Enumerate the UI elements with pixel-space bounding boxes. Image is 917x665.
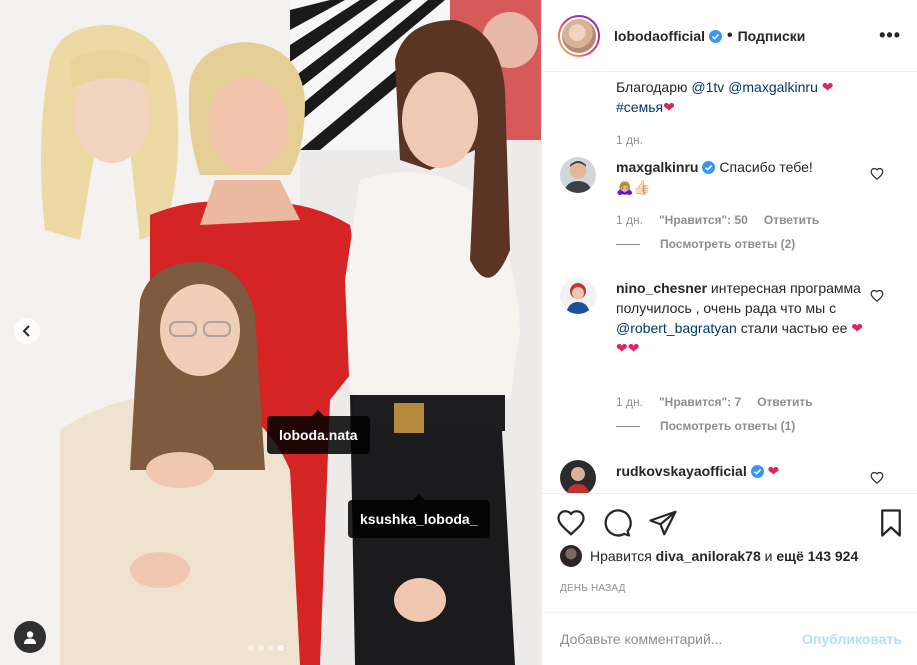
share-icon[interactable]	[648, 508, 678, 538]
heart-emoji: ❤	[767, 463, 780, 479]
likes-prefix: Нравится	[590, 548, 652, 564]
mention-link[interactable]: @maxgalkinru	[728, 79, 818, 95]
verified-badge-icon	[750, 465, 764, 478]
replies-divider	[616, 425, 640, 427]
comment-avatar[interactable]	[560, 460, 596, 493]
instagram-post-window: loboda.nata ksushka_loboda_ lobodaoffici…	[0, 0, 917, 665]
carousel-dot	[248, 645, 254, 651]
likes-and: и	[764, 548, 773, 564]
caption-prefix: Благодарю	[616, 79, 692, 95]
comment-like-icon[interactable]	[870, 289, 884, 303]
save-bookmark-icon[interactable]	[876, 508, 906, 538]
header-separator: •	[727, 26, 733, 44]
post-photo[interactable]: loboda.nata ksushka_loboda_	[0, 0, 541, 665]
author-avatar[interactable]	[558, 14, 600, 57]
following-button[interactable]: Подписки	[738, 28, 806, 44]
user-icon	[24, 631, 36, 644]
comment-like-icon[interactable]	[870, 471, 884, 485]
like-icon[interactable]	[556, 508, 586, 538]
caption-time[interactable]: 1 дн.	[616, 133, 643, 147]
mention-link[interactable]: @1tv	[691, 79, 724, 95]
verified-badge-icon	[709, 29, 722, 43]
liker-username[interactable]: diva_anilorak78	[656, 548, 761, 564]
caption-text: Благодарю @1tv @maxgalkinru ❤ #семья❤	[616, 77, 896, 117]
add-comment-bar: Опубликовать	[542, 612, 917, 665]
comment-likes-count[interactable]: "Нравится": 50	[659, 213, 748, 227]
heart-emoji: ❤	[821, 79, 834, 95]
comment-time[interactable]: 1 дн.	[616, 213, 643, 227]
more-options-icon[interactable]: •••	[879, 25, 901, 46]
post-date[interactable]: ДЕНЬ НАЗАД	[560, 583, 626, 594]
comment-username[interactable]: nino_chesner	[616, 280, 707, 296]
liker-avatar[interactable]	[560, 545, 582, 567]
comments-list[interactable]: Благодарю @1tv @maxgalkinru ❤ #семья❤ 1 …	[542, 73, 917, 493]
carousel-indicator	[248, 645, 284, 651]
comment-like-icon[interactable]	[870, 167, 884, 181]
comment-text: maxgalkinru Спасибо тебе! 🙇🏼‍♀️👍🏻	[616, 157, 872, 197]
comment-body-end: стали частью ее	[740, 320, 848, 336]
likes-summary: Нравится diva_anilorak78 и ещё 143 924	[560, 545, 858, 567]
carousel-dot-active	[278, 645, 284, 651]
photo-user-tag[interactable]: loboda.nata	[267, 410, 370, 454]
replies-divider	[616, 243, 640, 245]
carousel-dot	[258, 645, 264, 651]
reply-button[interactable]: Ответить	[764, 213, 819, 227]
comment-likes-count[interactable]: "Нравится": 7	[659, 395, 741, 409]
view-replies-button[interactable]: Посмотреть ответы (1)	[616, 419, 795, 433]
comment-avatar[interactable]	[560, 278, 596, 314]
post-details-panel: lobodaofficial • Подписки ••• Благодарю …	[541, 0, 917, 665]
photo-user-tag[interactable]: ksushka_loboda_	[348, 494, 490, 538]
comment-time[interactable]: 1 дн.	[616, 395, 643, 409]
comment-avatar[interactable]	[560, 157, 596, 193]
author-username[interactable]: lobodaofficial	[614, 28, 722, 44]
post-header: lobodaofficial • Подписки •••	[542, 0, 917, 72]
comment-input[interactable]	[560, 631, 803, 647]
mention-link[interactable]: @robert_bagratyan	[616, 320, 737, 336]
verified-badge-icon	[702, 161, 716, 174]
action-bar	[542, 493, 917, 553]
heart-emoji: ❤	[663, 99, 675, 115]
hashtag-link[interactable]: #семья	[616, 99, 663, 115]
show-tags-button[interactable]	[14, 621, 46, 653]
view-replies-label[interactable]: Посмотреть ответы (2)	[660, 237, 795, 251]
comment-username[interactable]: maxgalkinru	[616, 159, 698, 175]
comment-text: rudkovskayaofficial ❤	[616, 461, 872, 481]
chevron-left-icon	[22, 325, 30, 337]
carousel-dot	[268, 645, 274, 651]
comment-body: Спасибо тебе!	[719, 159, 813, 175]
comment-username[interactable]: rudkovskayaofficial	[616, 463, 747, 479]
comment-icon[interactable]	[602, 508, 632, 538]
likes-count[interactable]: ещё 143 924	[776, 548, 858, 564]
comment-text: nino_chesner интересная программа получи…	[616, 278, 872, 358]
comment-meta: 1 дн. "Нравится": 50 Ответить	[616, 213, 819, 227]
view-replies-button[interactable]: Посмотреть ответы (2)	[616, 237, 795, 251]
photo-image	[0, 0, 541, 665]
publish-button[interactable]: Опубликовать	[802, 631, 902, 647]
view-replies-label[interactable]: Посмотреть ответы (1)	[660, 419, 795, 433]
previous-photo-button[interactable]	[14, 318, 40, 344]
reply-button[interactable]: Ответить	[757, 395, 812, 409]
author-username-text[interactable]: lobodaofficial	[614, 28, 705, 44]
comment-emoji: 🙇🏼‍♀️👍🏻	[616, 179, 651, 195]
comment-meta: 1 дн. "Нравится": 7 Ответить	[616, 395, 813, 409]
